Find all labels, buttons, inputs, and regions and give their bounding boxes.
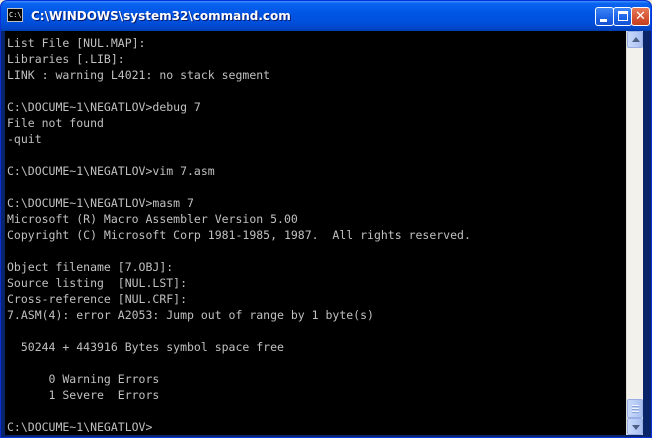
console-line: Copyright (C) Microsoft Corp 1981-1985, … <box>7 228 471 242</box>
console-line: Source listing [NUL.LST]: <box>7 276 188 290</box>
close-button[interactable]: ✕ <box>631 7 650 26</box>
console-line: C:\DOCUME~1\NEGATLOV> <box>7 420 153 434</box>
console-line: List File [NUL.MAP]: <box>7 36 146 50</box>
arrow-up-icon <box>632 37 640 42</box>
console-window: C:\ C:\WINDOWS\system32\command.com ✕ Li… <box>0 0 652 438</box>
console-line: Object filename [7.OBJ]: <box>7 260 174 274</box>
console-line: LINK : warning L4021: no stack segment <box>7 68 271 82</box>
console-line: -quit <box>7 132 42 146</box>
title-bar[interactable]: C:\ C:\WINDOWS\system32\command.com ✕ <box>1 1 651 31</box>
console-line: Microsoft (R) Macro Assembler Version 5.… <box>7 212 298 226</box>
console-line: 1 Severe Errors <box>7 388 160 402</box>
close-icon: ✕ <box>635 9 646 24</box>
console-icon[interactable]: C:\ <box>7 8 23 22</box>
console-line: Cross-reference [NUL.CRF]: <box>7 292 188 306</box>
console-line: File not found <box>7 116 104 130</box>
console-line: 7.ASM(4): error A2053: Jump out of range… <box>7 308 374 322</box>
scroll-thumb[interactable] <box>627 399 643 418</box>
arrow-down-icon <box>632 425 640 430</box>
window-title: C:\WINDOWS\system32\command.com <box>31 9 291 23</box>
console-line: 0 Warning Errors <box>7 372 160 386</box>
minimize-button[interactable] <box>595 7 614 26</box>
grip-icon <box>632 408 639 410</box>
console-line: 50244 + 443916 Bytes symbol space free <box>7 340 284 354</box>
scroll-down-button[interactable] <box>627 418 643 435</box>
console-text: List File [NUL.MAP]: Libraries [.LIB]: LIN… <box>5 31 626 435</box>
scroll-up-button[interactable] <box>627 31 643 48</box>
vertical-scrollbar[interactable] <box>626 31 643 435</box>
minimize-icon <box>600 19 607 22</box>
grip-icon <box>632 405 639 407</box>
maximize-button[interactable] <box>613 7 632 26</box>
console-line: C:\DOCUME~1\NEGATLOV>debug 7 <box>7 100 201 114</box>
console-line: C:\DOCUME~1\NEGATLOV>masm 7 <box>7 196 194 210</box>
console-line: Libraries [.LIB]: <box>7 52 125 66</box>
console-line: C:\DOCUME~1\NEGATLOV>vim 7.asm <box>7 164 215 178</box>
grip-icon <box>632 411 639 413</box>
maximize-icon <box>618 11 628 21</box>
console-output[interactable]: List File [NUL.MAP]: Libraries [.LIB]: LIN… <box>5 31 626 435</box>
